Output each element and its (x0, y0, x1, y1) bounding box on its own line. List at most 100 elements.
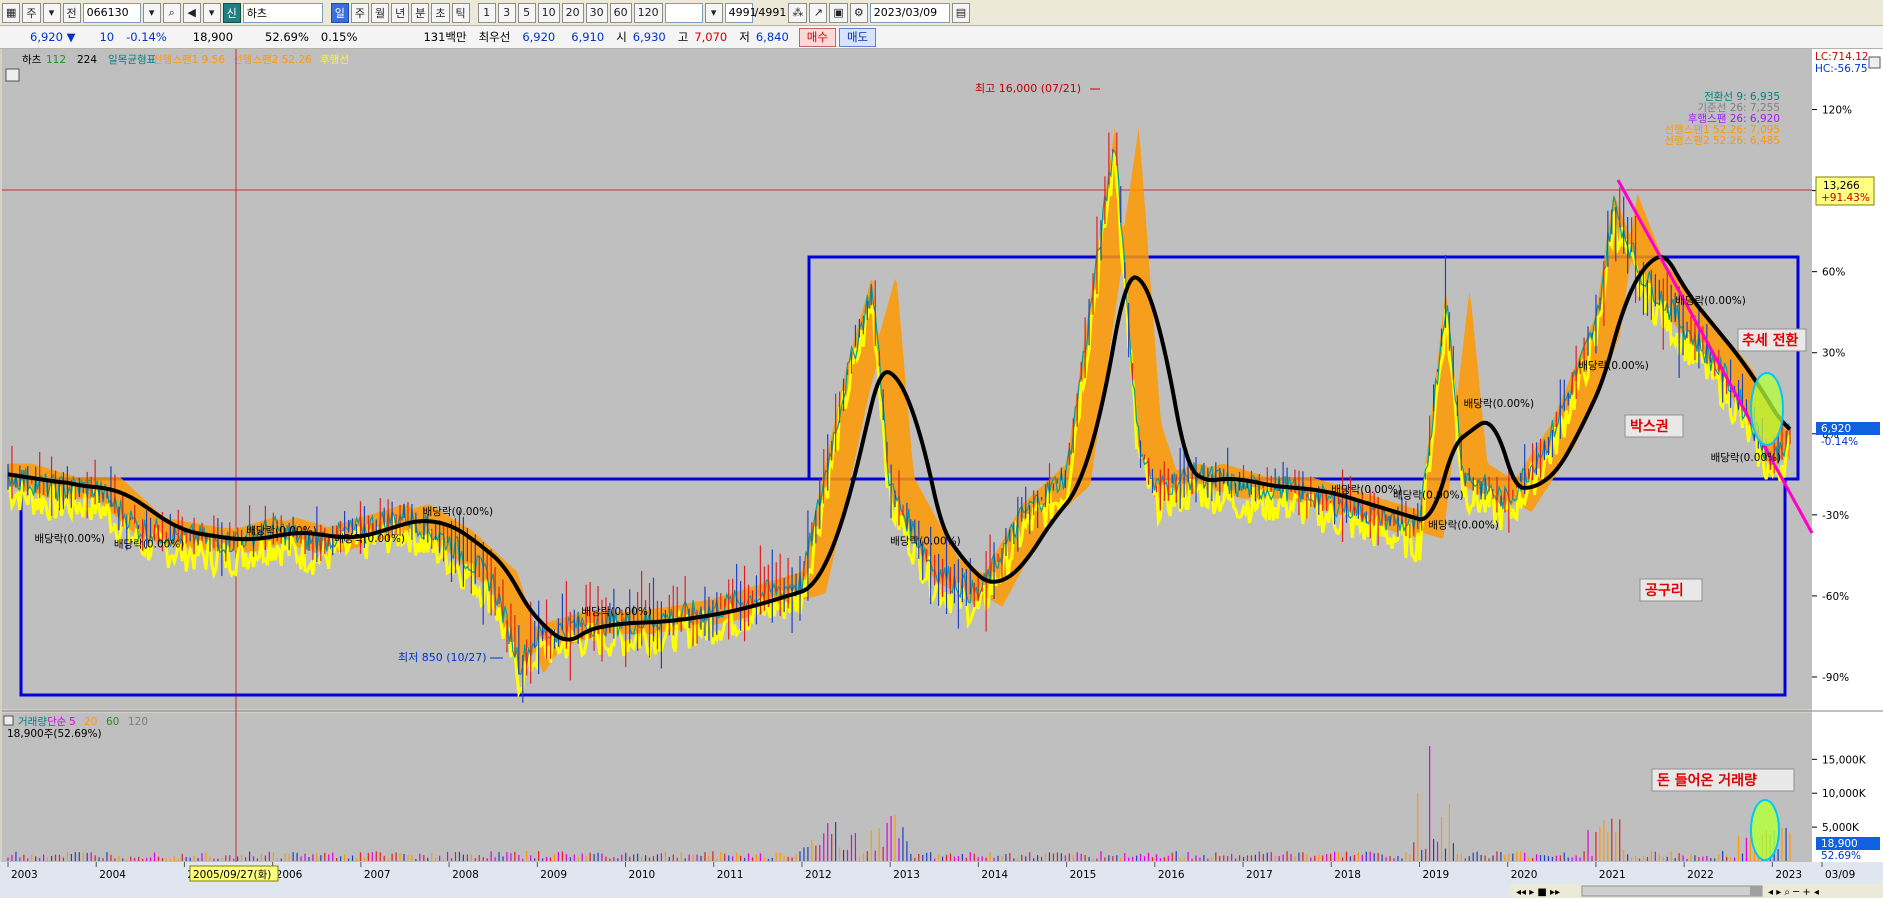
legend-item-5: 선행스팬2 52.26 (233, 54, 312, 66)
scrollbar-thumb[interactable] (1750, 886, 1762, 896)
price-chart[interactable]: 하츠 112 224 일목균형표선행스팬1 9.56 선행스팬2 52.26 후행선 거래… (0, 49, 1883, 898)
bid-price: 6,910 (571, 30, 605, 44)
interval-dropdown-icon[interactable]: ▾ (704, 2, 723, 23)
x-label-21: 03/09 (1825, 869, 1855, 881)
interval-button-5[interactable]: 5 (517, 2, 536, 23)
volume-ratio: 0.15% (320, 30, 358, 44)
dividend-label: 배당락(0.00%) (1393, 490, 1464, 502)
search-icon[interactable]: ⌕ (162, 2, 181, 23)
stock-code-input[interactable]: 066130 (82, 2, 141, 23)
interval-button-10[interactable]: 10 (537, 2, 560, 23)
x-label-9: 2012 (805, 869, 832, 881)
volume-legend-item-4: 60 (106, 716, 119, 728)
scroll-left-icon[interactable]: ◂◂ ▸ ■ ▸▸ (1516, 887, 1560, 898)
scroll-controls[interactable]: ◂◂ ▸ ■ ▸▸ ◂ ▸ ⌕ ─ + ◂ (1510, 884, 1883, 898)
dividend-label: 배당락(0.00%) (1331, 484, 1402, 496)
volume-legend-item-0: 거래량 (18, 716, 47, 728)
y-label-0: 120% (1822, 105, 1852, 117)
trend-icon[interactable]: ↗ (809, 2, 828, 23)
dividend-label: 배당락(0.00%) (334, 533, 405, 545)
settings-icon[interactable]: ⚙ (849, 2, 868, 23)
interval-button-20[interactable]: 20 (561, 2, 584, 23)
svg-text:18,900: 18,900 (1821, 838, 1858, 850)
legend-item-1: 112 (46, 54, 66, 66)
interval-button-3[interactable]: 3 (497, 2, 516, 23)
hc-label: HC:-56.75 (1815, 63, 1868, 75)
x-label-5: 2008 (452, 869, 479, 881)
volume-legend-item-2: 5 (69, 716, 76, 728)
period-tab-5[interactable]: 초 (431, 2, 450, 23)
svg-text:박스권: 박스권 (1630, 418, 1669, 435)
interval-input[interactable] (664, 2, 703, 23)
dividend-label: 배당락(0.00%) (581, 606, 652, 618)
legend-item-2: 224 (77, 54, 97, 66)
ichimoku-value-4: 선행스팬2 52.26: 6,485 (1664, 135, 1780, 147)
x-label-19: 2022 (1687, 869, 1714, 881)
callout-trend: 추세 전환 (1737, 328, 1807, 352)
trend-ellipse (1750, 372, 1784, 446)
speaker-icon[interactable]: ◀ (182, 2, 201, 23)
svg-text:공구리: 공구리 (1645, 583, 1684, 599)
svg-text:-0.14%: -0.14% (1821, 436, 1858, 448)
dividend-label: 배당락(0.00%) (34, 533, 105, 545)
indicator-icon[interactable]: ⁂ (788, 2, 808, 23)
options-dropdown-icon[interactable]: ▾ (202, 2, 221, 23)
interval-button-120[interactable]: 120 (633, 2, 663, 23)
count-display[interactable]: 4991 (724, 2, 757, 23)
x-label-11: 2014 (981, 869, 1008, 881)
lc-label: LC:714.12 (1815, 51, 1868, 63)
svg-text:+91.43%: +91.43% (1821, 192, 1870, 204)
x-label-3: 2006 (276, 869, 303, 881)
mode-selector-1[interactable]: 주 (22, 2, 41, 23)
x-label-6: 2009 (540, 869, 567, 881)
interval-button-60[interactable]: 60 (609, 2, 632, 23)
x-label-4: 2007 (364, 869, 391, 881)
high-label: 고 (677, 30, 689, 44)
interval-button-30[interactable]: 30 (585, 2, 608, 23)
price-change: 10 (99, 30, 115, 44)
sell-button[interactable]: 매도 (838, 27, 877, 47)
grid-toggle-icon[interactable] (5, 68, 20, 82)
stock-name-field[interactable]: 하츠 (242, 2, 323, 23)
mode-selector-2[interactable]: 전 (62, 2, 81, 23)
scrollbar-track[interactable] (1581, 885, 1763, 897)
x-label-15: 2018 (1334, 869, 1361, 881)
period-tab-0[interactable]: 일 (330, 2, 349, 23)
interval-button-1[interactable]: 1 (477, 2, 496, 23)
interval-button-group: 1 3 5 10 20 30 60 120 (477, 2, 663, 23)
x-label-17: 2020 (1511, 869, 1538, 881)
dividend-label: 배당락(0.00%) (1428, 519, 1499, 531)
dividend-label: 배당락(0.00%) (890, 536, 961, 548)
x-label-1: 2004 (99, 869, 126, 881)
dividend-label: 배당락(0.00%) (1578, 360, 1649, 372)
x-label-8: 2011 (717, 869, 744, 881)
minimize-icon[interactable] (1868, 56, 1881, 69)
legend-item-4: 선행스팬1 9.56 (153, 54, 225, 66)
period-tab-2[interactable]: 월 (371, 2, 390, 23)
calendar-icon[interactable]: ▤ (951, 2, 971, 23)
code-dropdown-icon[interactable]: ▾ (142, 2, 161, 23)
buy-button[interactable]: 매수 (798, 27, 836, 47)
turnover-pct: 52.69% (265, 30, 309, 44)
date-input[interactable]: 2023/03/09 (869, 2, 950, 23)
period-tab-6[interactable]: 틱 (451, 2, 470, 23)
period-tab-3[interactable]: 년 (391, 2, 410, 23)
y-label-2: 60% (1822, 267, 1845, 279)
y-label-6: -60% (1822, 591, 1849, 603)
open-price: 6,930 (632, 30, 666, 44)
dropdown-icon[interactable]: ▾ (42, 2, 61, 23)
volume-panel-icon[interactable] (3, 715, 14, 726)
period-tab-1[interactable]: 주 (350, 2, 370, 23)
save-icon[interactable]: ▣ (829, 2, 848, 23)
current-price: 6,920 ▼ (30, 30, 76, 44)
y-axis-area (1812, 49, 1883, 862)
period-tab-4[interactable]: 분 (411, 2, 430, 23)
zoom-controls[interactable]: ◂ ▸ ⌕ ─ + ◂ (1768, 887, 1819, 898)
low-label: 저 (739, 30, 750, 44)
ask-price: 6,920 (522, 30, 556, 44)
price-panel (2, 49, 1812, 709)
vol-y-label-2: 5,000K (1822, 822, 1860, 834)
layout-icon[interactable]: ▦ (2, 2, 21, 23)
svg-text:돈 들어온 거래량: 돈 들어온 거래량 (1657, 772, 1757, 789)
callout-volume: 돈 들어온 거래량 (1651, 768, 1795, 792)
